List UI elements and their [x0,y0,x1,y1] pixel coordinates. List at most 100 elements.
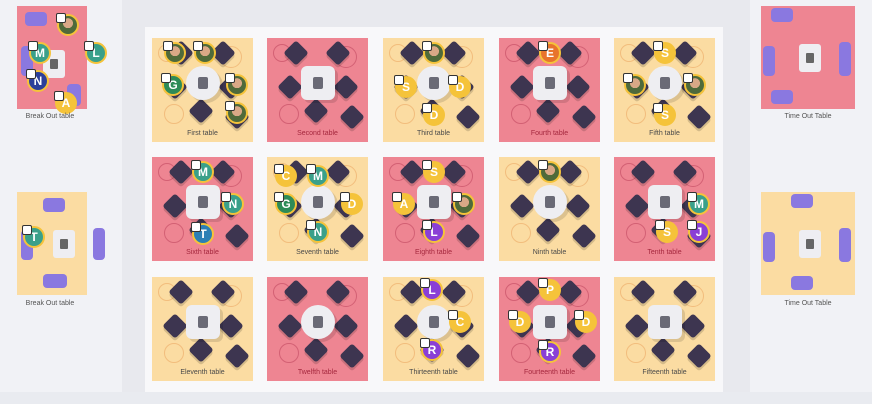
chair [168,159,194,185]
camera-icon [221,192,231,202]
participant-avatar[interactable]: C [448,310,471,333]
camera-icon [306,220,316,230]
camera-icon [394,75,404,85]
chair [650,337,676,363]
chair [630,40,656,66]
table-card-5[interactable]: Fifth table S S [614,38,715,142]
table-card-14[interactable]: Fourteenth table P D D R [499,277,600,381]
participant-avatar[interactable]: T [191,222,214,245]
participant-avatar[interactable] [623,73,646,96]
table-card-3[interactable]: Third table S D D [383,38,484,142]
chair [571,104,597,130]
breakout-table-1[interactable]: M L N A [17,6,107,114]
camera-icon [422,160,432,170]
sofa [839,228,851,262]
timeout-table-1[interactable] [761,6,855,109]
participant-avatar[interactable]: D [422,103,445,126]
participant-avatar[interactable]: M [306,164,329,187]
table-card-1[interactable]: First table G [152,38,253,142]
table-card-8[interactable]: Eighth table S A L [383,157,484,261]
floor-decoration [164,223,184,243]
participant-avatar[interactable]: D [448,75,471,98]
participant-avatar[interactable]: E [538,41,561,64]
table-card-6[interactable]: Sixth table M N T [152,157,253,261]
table-card-9[interactable]: Ninth table [499,157,600,261]
breakout-table-2[interactable]: T [17,192,105,295]
participant-avatar[interactable]: J [687,220,710,243]
table-surface [301,185,335,219]
participant-avatar[interactable]: G [274,192,297,215]
participant-avatar[interactable]: D [508,310,531,333]
chair [303,337,329,363]
laptop [429,316,439,328]
participant-avatar[interactable]: M [687,192,710,215]
participant-avatar[interactable]: L [420,278,443,301]
camera-icon [22,225,32,235]
table-card-10[interactable]: Tenth table M S J [614,157,715,261]
table-label: Eleventh table [180,369,225,376]
chair [571,343,597,369]
camera-icon [306,164,316,174]
participant-avatar[interactable]: S [655,220,678,243]
table-card-11[interactable]: Eleventh table [152,277,253,381]
floor-decoration [279,223,299,243]
table-card-15[interactable]: Fifteenth table [614,277,715,381]
camera-icon [28,41,38,51]
participant-avatar[interactable]: N [221,192,244,215]
camera-icon [274,164,284,174]
table-card-7[interactable]: Seventh table C M G D N [267,157,368,261]
chair [571,223,597,249]
participant-avatar[interactable]: T [22,225,45,248]
participant-avatar[interactable]: L [84,41,107,64]
camera-icon [420,278,430,288]
sofa [791,276,813,290]
table-card-12[interactable]: Twelfth table [267,277,368,381]
participant-avatar[interactable]: S [394,75,417,98]
sofa [791,194,813,208]
table-surface [533,66,567,100]
participant-avatar[interactable]: D [574,310,597,333]
participant-avatar[interactable] [225,73,248,96]
table-card-2[interactable]: Second table [267,38,368,142]
camera-icon [54,91,64,101]
participant-avatar[interactable]: N [306,220,329,243]
participant-avatar[interactable]: S [653,41,676,64]
participant-avatar[interactable]: M [28,41,51,64]
table-surface [417,305,451,339]
participant-avatar[interactable] [683,73,706,96]
participant-avatar[interactable]: A [392,192,415,215]
participant-avatar[interactable]: L [422,220,445,243]
participant-avatar[interactable]: M [191,160,214,183]
participant-avatar[interactable] [56,13,79,36]
chair [455,223,481,249]
timeout-table-2[interactable] [761,192,855,295]
participant-avatar[interactable]: S [653,103,676,126]
breakout-table-label: Break Out table [25,300,75,307]
chair [168,279,194,305]
participant-avatar[interactable] [193,41,216,64]
participant-avatar[interactable]: P [538,278,561,301]
participant-avatar[interactable]: C [274,164,297,187]
participant-avatar[interactable]: N [26,69,49,92]
camera-icon [422,41,432,51]
table-card-4[interactable]: Fourth table E [499,38,600,142]
chair [277,313,303,339]
chair [277,74,303,100]
participant-avatar[interactable] [163,41,186,64]
participant-avatar[interactable] [225,101,248,124]
participant-avatar[interactable] [538,160,561,183]
chair [565,74,591,100]
participant-avatar[interactable] [452,192,475,215]
table-card-13[interactable]: Thirteenth table L C R [383,277,484,381]
participant-avatar[interactable]: D [340,192,363,215]
laptop [429,196,439,208]
laptop [198,196,208,208]
table-label: Fourteenth table [524,369,575,376]
participant-avatar[interactable] [422,41,445,64]
participant-avatar[interactable]: G [161,73,184,96]
participant-avatar[interactable]: S [422,160,445,183]
participant-avatar[interactable]: R [538,340,561,363]
participant-avatar[interactable]: A [54,91,77,114]
participant-avatar[interactable]: R [420,338,443,361]
floor-decoration [626,104,646,124]
